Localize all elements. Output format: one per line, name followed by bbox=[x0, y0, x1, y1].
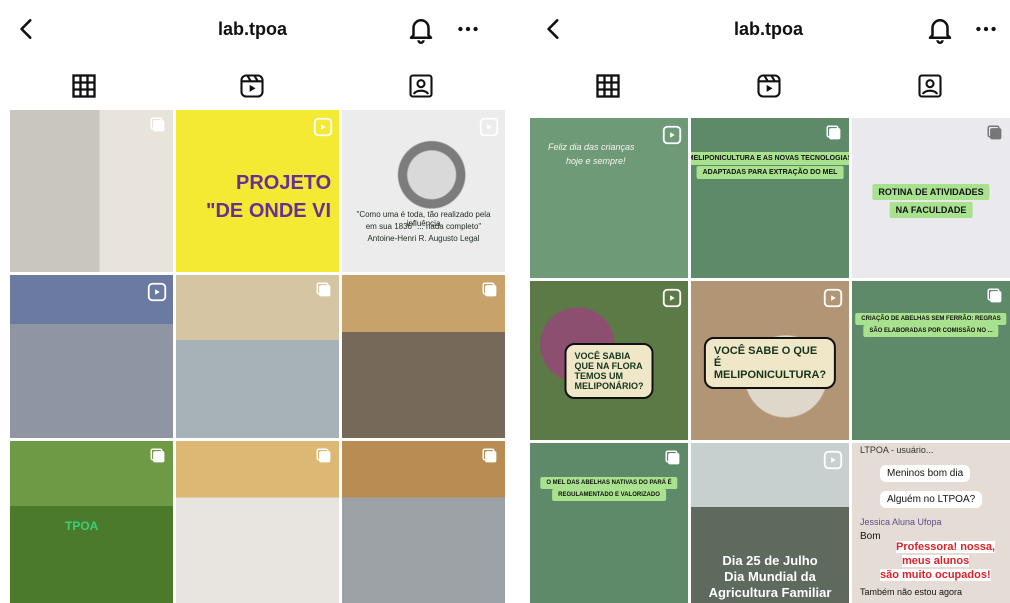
chat-message: Meninos bom dia bbox=[880, 465, 971, 483]
reels-icon bbox=[240, 74, 265, 98]
chat-sender: Jessica Aluna Ufopa bbox=[860, 517, 942, 528]
grid-icon bbox=[72, 74, 96, 98]
post-text: MELIPONICULTURA E AS NOVAS TECNOLOGIAS bbox=[691, 152, 849, 165]
chat-highlight: Professora! nossa, bbox=[896, 541, 996, 554]
post-text: Dia 25 de Julho bbox=[722, 553, 818, 569]
post-text: SÃO ELABORADAS POR COMISSÃO NO ... bbox=[863, 324, 999, 337]
post-text: Antoine-Henri R. Augusto Legal bbox=[367, 234, 480, 243]
post-text: "DE ONDE VI bbox=[206, 200, 332, 222]
tagged-person-icon bbox=[917, 74, 942, 98]
post-text: hoje e sempre! bbox=[566, 156, 626, 166]
post-thumbnail[interactable] bbox=[342, 275, 505, 438]
notifications-bell-icon[interactable] bbox=[925, 14, 955, 44]
post-text-line: MELIPONICULTURA? bbox=[713, 368, 827, 381]
top-bar: lab.tpoa bbox=[527, 0, 1010, 62]
post-text: Agricultura Familiar bbox=[708, 585, 832, 601]
post-text: CRIAÇÃO DE ABELHAS SEM FERRÃO: REGRAS bbox=[855, 312, 1007, 325]
post-text: NA FACULDADE bbox=[889, 202, 973, 218]
tagged-person-icon bbox=[409, 74, 433, 98]
tab-tagged[interactable] bbox=[849, 62, 1010, 110]
profile-screen-left: lab.tpoa PROJETO "DE ONDE VI "Como uma é… bbox=[0, 0, 505, 603]
post-thumbnail[interactable]: O MEL DAS ABELHAS NATIVAS DO PARÁ É REGU… bbox=[530, 443, 688, 603]
tab-reels[interactable] bbox=[168, 62, 336, 110]
post-thumbnail[interactable]: CRIAÇÃO DE ABELHAS SEM FERRÃO: REGRAS SÃ… bbox=[852, 280, 1010, 441]
more-options-icon[interactable] bbox=[453, 16, 483, 42]
shirt-logo-text: TPOA bbox=[65, 518, 99, 533]
chat-message: Alguém no LTPOA? bbox=[880, 491, 983, 509]
reel-icon bbox=[478, 116, 500, 138]
multiple-images-icon bbox=[149, 447, 167, 465]
post-text: VOCÊ SABE O QUE É MELIPONICULTURA? bbox=[703, 336, 837, 389]
profile-tabs bbox=[527, 62, 1010, 110]
post-thumbnail[interactable] bbox=[10, 275, 173, 438]
reel-icon bbox=[661, 124, 683, 146]
chat-highlight: meus alunos bbox=[902, 555, 970, 568]
back-arrow-icon[interactable] bbox=[541, 14, 567, 44]
tab-tagged[interactable] bbox=[337, 62, 505, 110]
post-thumbnail[interactable]: "Como uma é toda, tão realizado pela inf… bbox=[342, 110, 505, 273]
multiple-images-icon bbox=[315, 447, 333, 465]
post-thumbnail[interactable] bbox=[10, 110, 173, 273]
chat-text: Bom bbox=[860, 531, 881, 543]
profile-tabs bbox=[0, 62, 505, 110]
grid-icon bbox=[595, 74, 620, 98]
post-thumbnail[interactable]: LTPOA - usuário... Meninos bom dia Algué… bbox=[852, 443, 1010, 603]
post-text-line: VOCÊ SABIA QUE NA FLORA bbox=[574, 350, 643, 371]
post-thumbnail[interactable] bbox=[342, 440, 505, 603]
posts-grid: PROJETO "DE ONDE VI "Como uma é toda, tã… bbox=[10, 110, 505, 603]
multiple-images-icon bbox=[986, 287, 1004, 305]
back-arrow-icon[interactable] bbox=[14, 14, 40, 44]
post-text: VOCÊ SABIA QUE NA FLORA TEMOS UM MELIPON… bbox=[564, 342, 654, 399]
reel-icon bbox=[312, 116, 334, 138]
post-text: REGULAMENTADO E VALORIZADO bbox=[552, 489, 666, 502]
chat-highlight: são muito ocupados! bbox=[880, 569, 991, 582]
multiple-images-icon bbox=[149, 116, 167, 134]
post-text: PROJETO bbox=[236, 172, 332, 194]
post-text-line: VOCÊ SABE O QUE É bbox=[713, 344, 818, 369]
chat-header-text: LTPOA - usuário... bbox=[860, 445, 934, 456]
post-thumbnail[interactable]: ROTINA DE ATIVIDADES NA FACULDADE bbox=[852, 118, 1010, 278]
post-thumbnail[interactable] bbox=[176, 440, 339, 603]
post-thumbnail[interactable] bbox=[176, 275, 339, 438]
top-bar: lab.tpoa bbox=[0, 0, 505, 62]
post-thumbnail[interactable]: VOCÊ SABE O QUE É MELIPONICULTURA? bbox=[691, 280, 849, 441]
more-options-icon[interactable] bbox=[971, 16, 1001, 42]
chat-text: Também não estou agora bbox=[860, 587, 963, 598]
posts-grid: Feliz dia das crianças hoje e sempre! ME… bbox=[530, 118, 1010, 603]
multiple-images-icon bbox=[986, 124, 1004, 142]
post-thumbnail[interactable]: Dia 25 de Julho Dia Mundial da Agricultu… bbox=[691, 443, 849, 603]
post-text: ROTINA DE ATIVIDADES bbox=[872, 184, 990, 200]
post-thumbnail[interactable]: TPOA bbox=[10, 440, 173, 603]
multiple-images-icon bbox=[315, 281, 333, 299]
tab-grid[interactable] bbox=[527, 62, 688, 110]
tab-grid[interactable] bbox=[0, 62, 168, 110]
post-text-line: TEMOS UM MELIPONÁRIO? bbox=[574, 370, 644, 391]
post-thumbnail[interactable]: Feliz dia das crianças hoje e sempre! bbox=[530, 118, 688, 278]
multiple-images-icon bbox=[481, 281, 499, 299]
post-thumbnail[interactable]: PROJETO "DE ONDE VI bbox=[176, 110, 339, 273]
reel-icon bbox=[822, 449, 844, 471]
post-text: Feliz dia das crianças bbox=[548, 142, 635, 152]
reel-icon bbox=[146, 281, 168, 303]
multiple-images-icon bbox=[664, 449, 682, 467]
post-text: O MEL DAS ABELHAS NATIVAS DO PARÁ É bbox=[540, 477, 678, 490]
post-thumbnail[interactable]: MELIPONICULTURA E AS NOVAS TECNOLOGIAS A… bbox=[691, 118, 849, 278]
post-thumbnail[interactable]: VOCÊ SABIA QUE NA FLORA TEMOS UM MELIPON… bbox=[530, 280, 688, 441]
multiple-images-icon bbox=[825, 124, 843, 142]
notifications-bell-icon[interactable] bbox=[406, 14, 436, 44]
tab-reels[interactable] bbox=[688, 62, 849, 110]
post-text: Dia Mundial da bbox=[724, 569, 816, 585]
reel-icon bbox=[661, 287, 683, 309]
post-text: em sua 1836" ... nada completo" bbox=[365, 222, 482, 231]
multiple-images-icon bbox=[481, 447, 499, 465]
reels-icon bbox=[756, 74, 781, 98]
post-text: ADAPTADAS PARA EXTRAÇÃO DO MEL bbox=[696, 166, 844, 179]
reel-icon bbox=[822, 287, 844, 309]
profile-screen-right: lab.tpoa Feliz dia das crianças hoje e s… bbox=[527, 0, 1010, 603]
